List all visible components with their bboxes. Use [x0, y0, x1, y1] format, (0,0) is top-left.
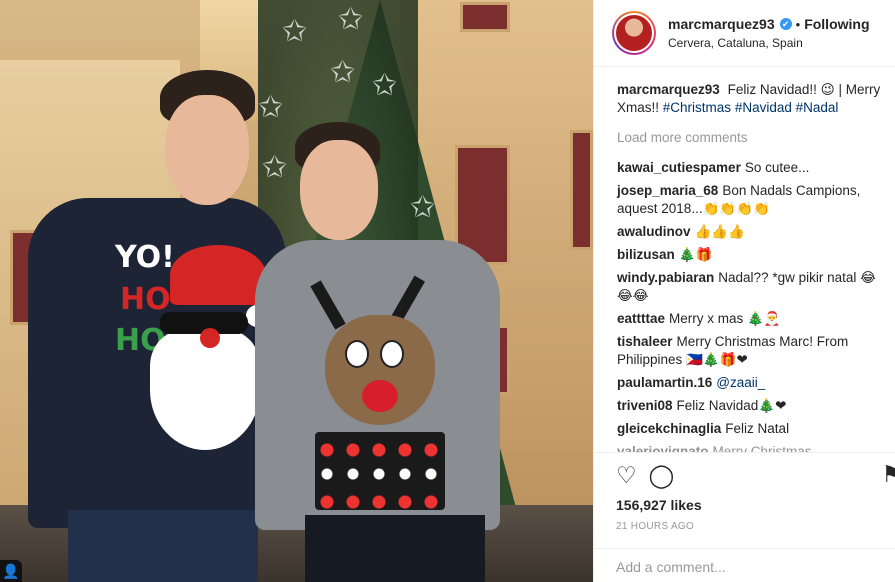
star-decoration: ✩: [338, 3, 364, 36]
comment-item: windy.pabiaran Nadal?? *gw pikir natal 😂😂…: [617, 269, 885, 305]
action-icons-row: ♡ ◯ ⚑: [616, 461, 895, 489]
tagged-user-icon[interactable]: 👤: [0, 560, 22, 582]
comment-item: triveni08 Feliz Navidad🎄❤: [617, 397, 885, 415]
reindeer-eye-right: [380, 340, 404, 368]
likes-count[interactable]: 156,927 likes: [616, 497, 895, 513]
comment-username[interactable]: awaludinov: [617, 224, 691, 239]
comment-text: Merry x mas 🎄🎅: [669, 311, 781, 326]
face: [300, 140, 378, 240]
bookmark-icon[interactable]: ⚑: [881, 461, 895, 487]
comment-item: awaludinov 👍👍👍: [617, 223, 885, 241]
star-decoration: ✩: [258, 91, 284, 124]
comment-text: Feliz Natal: [725, 421, 790, 436]
comment-text: Feliz Navidad🎄❤: [676, 398, 787, 413]
comment-item: paulamartin.16 @zaaii_: [617, 374, 885, 392]
comment-username[interactable]: josep_maria_68: [617, 183, 718, 198]
comment-item: josep_maria_68 Bon Nadals Campions, aques…: [617, 182, 885, 218]
star-decoration: ✩: [262, 151, 288, 184]
post-photo[interactable]: ✩ ✩ ✩ ✩ ✩ ✩ ✩ ✩ YO! HO HO: [0, 0, 593, 582]
santa-hat: [170, 245, 266, 305]
following-button[interactable]: Following: [804, 16, 869, 32]
hashtag-link[interactable]: #Navidad: [735, 100, 792, 115]
santa-beard: [150, 330, 260, 450]
comment-item: bilizusan 🎄🎁: [617, 246, 885, 264]
star-decoration: ✩: [330, 56, 356, 89]
avatar[interactable]: [612, 11, 656, 55]
comment-username[interactable]: paulamartin.16: [617, 375, 712, 390]
comment-username[interactable]: windy.pabiaran: [617, 270, 714, 285]
face: [165, 95, 249, 205]
verified-badge-icon: ✔: [779, 18, 792, 30]
comment-item: tishaleer Merry Christmas Marc! From Phil…: [617, 333, 885, 369]
reindeer-nose: [362, 380, 398, 412]
comment-username[interactable]: triveni08: [617, 398, 673, 413]
comment-text: 👍👍👍: [694, 224, 745, 239]
comment-username[interactable]: eattttae: [617, 311, 665, 326]
post-caption: marcmarquez93 Feliz Navidad!! 😉 | Merry …: [617, 81, 885, 117]
comment-item: eattttae Merry x mas 🎄🎅: [617, 310, 885, 328]
add-comment-bar: [594, 548, 895, 582]
hashtag-link[interactable]: #Christmas: [663, 100, 731, 115]
comment-item: gleicekchinaglia Feliz Natal: [617, 420, 885, 438]
sweater-text-ho-red: HO: [120, 282, 171, 317]
comment-username[interactable]: tishaleer: [617, 334, 673, 349]
post-header: marcmarquez93 ✔ • Following Cervera, Cat…: [594, 0, 895, 67]
comment-username[interactable]: valeriovignato: [617, 444, 709, 452]
comment-mention-link[interactable]: @zaaii_: [716, 375, 765, 390]
comment-username[interactable]: kawai_cutiespamer: [617, 160, 741, 175]
post-side-panel: marcmarquez93 ✔ • Following Cervera, Cat…: [593, 0, 895, 582]
star-decoration: ✩: [410, 191, 436, 224]
reindeer-eye-left: [345, 340, 369, 368]
avatar-image: [614, 13, 654, 53]
location-link[interactable]: Cervera, Cataluna, Spain: [668, 36, 870, 50]
comment-username[interactable]: gleicekchinaglia: [617, 421, 721, 436]
load-more-comments-button[interactable]: Load more comments: [617, 129, 885, 147]
window: [570, 130, 593, 250]
hashtag-link[interactable]: #Nadal: [796, 100, 839, 115]
jeans: [68, 510, 258, 582]
santa-pattern-band: [315, 432, 445, 510]
caption-username[interactable]: marcmarquez93: [617, 82, 720, 97]
star-decoration: ✩: [372, 69, 398, 102]
post-timestamp[interactable]: 21 HOURS AGO: [616, 521, 895, 532]
comment-icon[interactable]: ◯: [649, 462, 675, 488]
header-separator: •: [795, 16, 801, 32]
header-line: marcmarquez93 ✔ • Following: [668, 16, 870, 32]
comment-text: So cutee...: [744, 160, 810, 175]
heart-icon[interactable]: ♡: [616, 462, 637, 488]
comment-text: 🎄🎁: [678, 247, 713, 262]
comment-text: Merry Christmas: [712, 444, 812, 452]
header-username[interactable]: marcmarquez93: [668, 16, 775, 32]
add-comment-input[interactable]: [616, 559, 876, 575]
comments-list[interactable]: marcmarquez93 Feliz Navidad!! 😉 | Merry …: [594, 67, 895, 452]
comment-username[interactable]: bilizusan: [617, 247, 675, 262]
jeans: [305, 515, 485, 582]
header-text: marcmarquez93 ✔ • Following Cervera, Cat…: [668, 16, 870, 50]
star-decoration: ✩: [282, 15, 308, 48]
sweater-text-yo: YO!: [115, 240, 175, 275]
comment-item: kawai_cutiespamer So cutee...: [617, 159, 885, 177]
comment-item: valeriovignato Merry Christmas: [617, 443, 885, 452]
santa-nose: [200, 328, 220, 348]
post-actions: ♡ ◯ ⚑ 156,927 likes 21 HOURS AGO: [594, 452, 895, 532]
